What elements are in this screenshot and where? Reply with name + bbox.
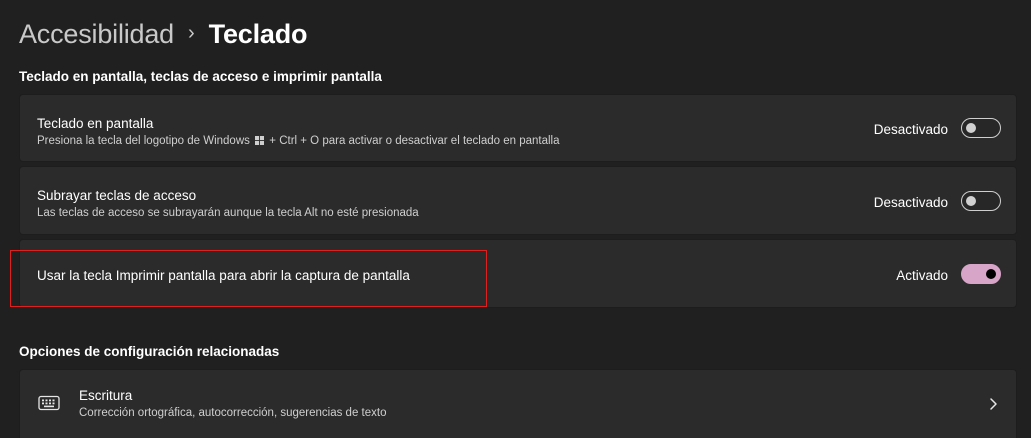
toggle-state-label: Desactivado <box>873 195 948 210</box>
section-title-keyboard: Teclado en pantalla, teclas de acceso e … <box>19 69 382 84</box>
setting-description-part: + Ctrl + O para activar o desactivar el … <box>269 135 560 147</box>
keyboard-settings-page: Accesibilidad › Teclado Teclado en panta… <box>0 0 1031 438</box>
breadcrumb-parent-link[interactable]: Accesibilidad <box>19 19 174 50</box>
setting-description: Presiona la tecla del logotipo de Window… <box>37 135 560 147</box>
related-description: Corrección ortográfica, autocorrección, … <box>79 407 387 419</box>
setting-card-print-screen: Usar la tecla Imprimir pantalla para abr… <box>19 239 1017 308</box>
related-setting-typing[interactable]: Escritura Corrección ortográfica, autoco… <box>19 369 1017 438</box>
toggle-state-label: Activado <box>896 268 948 283</box>
onscreen-keyboard-toggle[interactable] <box>961 118 1001 138</box>
windows-logo-icon <box>255 136 265 145</box>
setting-description: Las teclas de acceso se subrayarán aunqu… <box>37 207 419 219</box>
toggle-state-label: Desactivado <box>873 122 948 137</box>
setting-title: Teclado en pantalla <box>37 116 154 131</box>
toggle-knob <box>966 196 976 206</box>
toggle-knob <box>986 269 996 279</box>
setting-title: Subrayar teclas de acceso <box>37 188 197 203</box>
section-title-related: Opciones de configuración relacionadas <box>19 344 280 359</box>
setting-description-part: Presiona la tecla del logotipo de Window… <box>37 135 250 147</box>
chevron-right-icon <box>990 398 997 410</box>
related-title: Escritura <box>79 388 133 403</box>
setting-card-underline-access-keys: Subrayar teclas de acceso Las teclas de … <box>19 166 1017 235</box>
toggle-knob <box>966 123 976 133</box>
underline-access-keys-toggle[interactable] <box>961 191 1001 211</box>
breadcrumb: Accesibilidad › Teclado <box>19 14 307 54</box>
keyboard-icon <box>38 395 60 411</box>
page-title: Teclado <box>208 18 308 49</box>
breadcrumb-separator-icon: › <box>187 21 195 44</box>
setting-title: Usar la tecla Imprimir pantalla para abr… <box>37 268 410 283</box>
setting-card-onscreen-keyboard: Teclado en pantalla Presiona la tecla de… <box>19 94 1017 162</box>
print-screen-toggle[interactable] <box>961 264 1001 284</box>
